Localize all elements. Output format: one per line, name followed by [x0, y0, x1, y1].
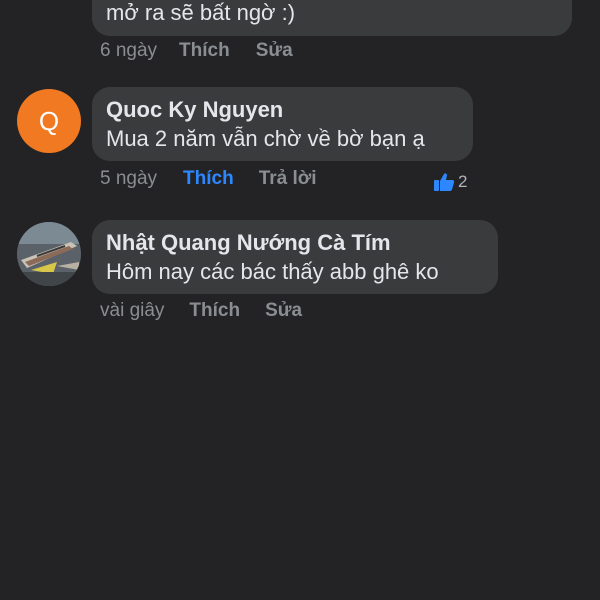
reaction-number: 2 [458, 172, 468, 191]
avatar[interactable]: Q [17, 89, 81, 153]
comment-time[interactable]: vài giây [100, 300, 164, 322]
like-button[interactable]: Thích [179, 40, 230, 62]
avatar-letter: Q [38, 105, 60, 136]
comment-time[interactable]: 6 ngày [100, 40, 157, 62]
like-button[interactable]: Thích [183, 168, 234, 190]
like-button[interactable]: Thích [189, 300, 240, 322]
edit-button[interactable]: Sửa [265, 300, 302, 322]
edit-button[interactable]: Sửa [256, 40, 293, 62]
fish-photo-avatar [17, 222, 81, 286]
comment-meta: 5 ngày Thích Trả lời [100, 168, 317, 190]
comment-meta: vài giây Thích Sửa [100, 300, 302, 322]
comment-bubble: Quoc Ky Nguyen Mua 2 năm vẫn chờ về bờ b… [92, 87, 473, 161]
comment-bubble: mở ra sẽ bất ngờ :) [92, 0, 572, 36]
comment-thread: mở ra sẽ bất ngờ :) 6 ngày Thích Sửa Q Q… [0, 0, 600, 600]
comment-meta: 6 ngày Thích Sửa [100, 40, 293, 62]
comment-time[interactable]: 5 ngày [100, 168, 157, 190]
comment-text: mở ra sẽ bất ngờ :) [106, 0, 296, 25]
comment-text: Mua 2 năm vẫn chờ về bờ bạn ạ [106, 126, 425, 151]
reaction-count[interactable]: 2 [433, 172, 467, 192]
comment-author[interactable]: Nhật Quang Nướng Cà Tím [106, 230, 391, 256]
comment-bubble: Nhật Quang Nướng Cà Tím Hôm nay các bác … [92, 220, 498, 294]
reply-button[interactable]: Trả lời [259, 168, 317, 190]
avatar[interactable] [17, 222, 81, 286]
comment-text: Hôm nay các bác thấy abb ghê ko [106, 259, 439, 284]
thumbs-up-icon [433, 172, 455, 192]
comment-author[interactable]: Quoc Ky Nguyen [106, 97, 283, 123]
